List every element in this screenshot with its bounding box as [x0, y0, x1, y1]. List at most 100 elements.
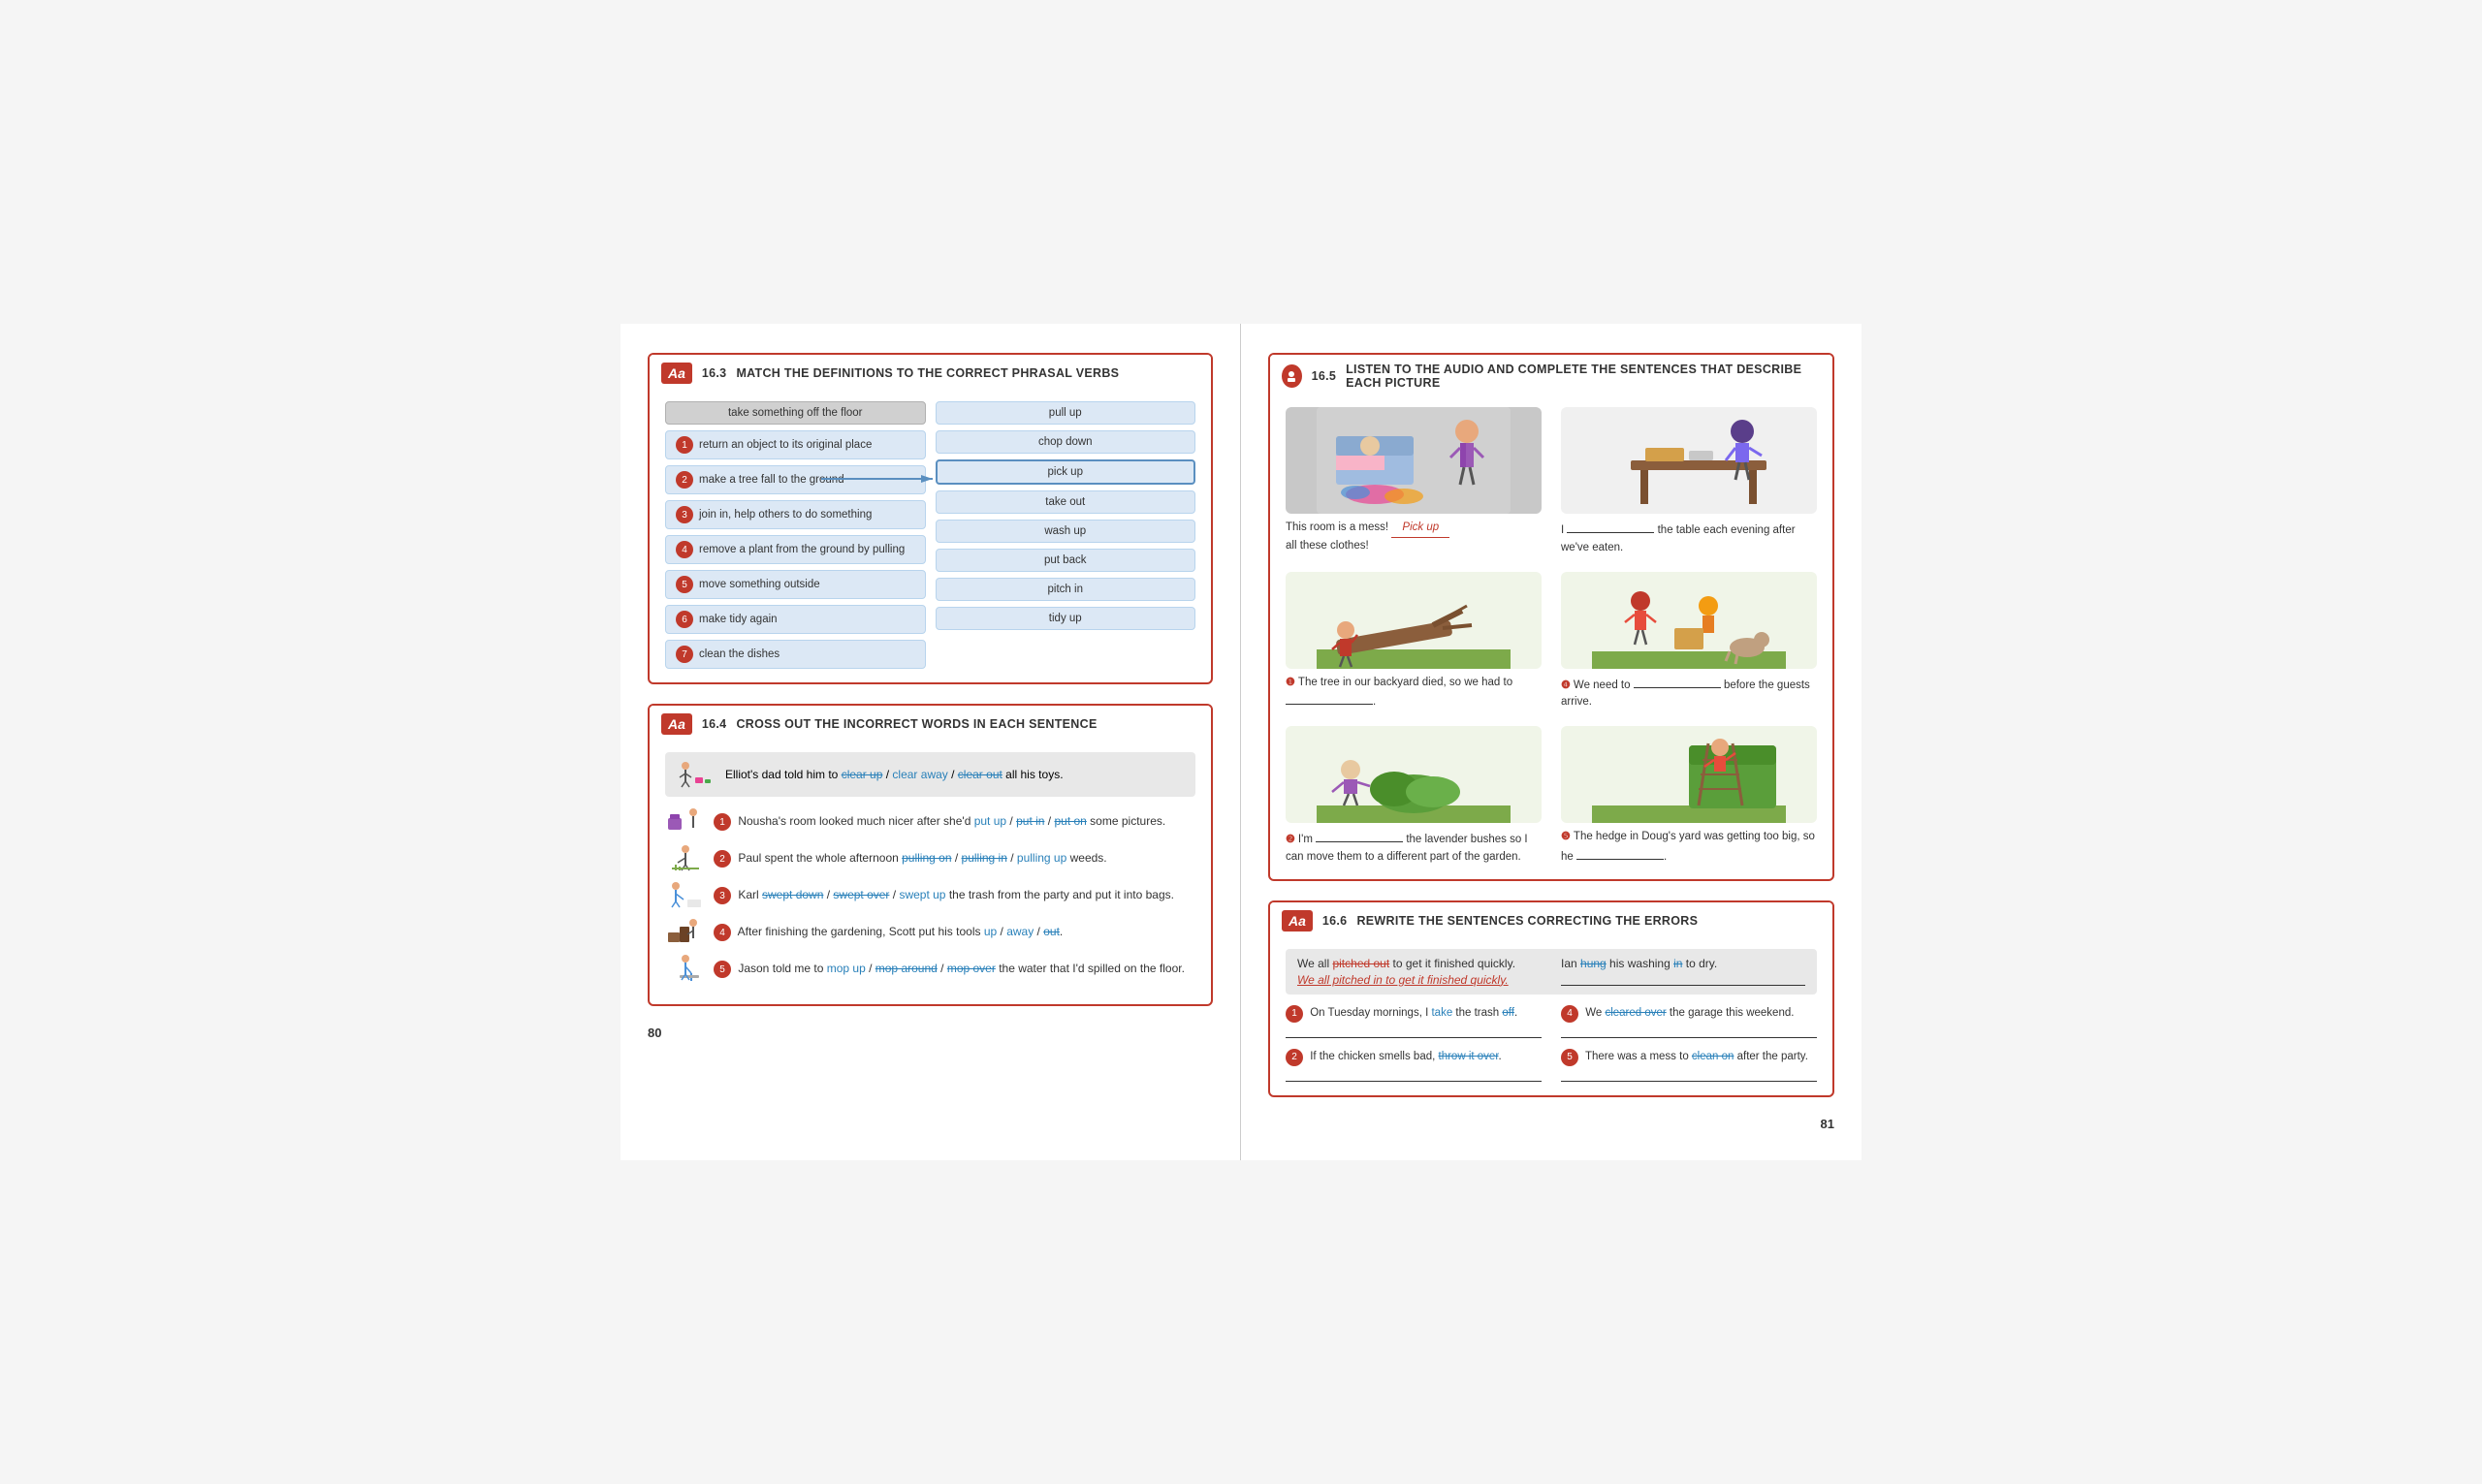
rewrite-1: 1 On Tuesday mornings, I take the trash … — [1286, 1004, 1542, 1038]
rewrite-1-text: 1 On Tuesday mornings, I take the trash … — [1286, 1004, 1542, 1023]
section-16-6: Aa 16.6 REWRITE THE SENTENCES CORRECTING… — [1268, 900, 1834, 1097]
rewrite-5-blank — [1561, 1068, 1817, 1082]
main-text: This room is a mess! Pick up all these c… — [1286, 520, 1542, 554]
section-16-3-title: 16.3 — [702, 366, 727, 380]
tidy-svg — [1592, 572, 1786, 669]
listen-right1: I the table each evening after we've eat… — [1561, 407, 1817, 556]
section-16-5-num: 16.5 — [1312, 369, 1337, 383]
match-top-left: take something off the floor — [665, 401, 926, 425]
match-top-right: pull up — [936, 401, 1196, 425]
page-right: 16.5 LISTEN TO THE AUDIO AND COMPLETE TH… — [1241, 324, 1862, 1160]
listen-num-5: ❺ — [1561, 831, 1574, 842]
listen-num-4: ❹ — [1561, 679, 1574, 691]
sent4-correct2: away — [1006, 925, 1034, 938]
match-ans-2: pick up — [936, 459, 1196, 485]
listen-1: ❶ The tree in our backyard died, so we h… — [1286, 572, 1542, 711]
match-def-6: 6 make tidy again — [665, 605, 926, 634]
main-image — [1286, 407, 1542, 514]
page-left: Aa 16.3 MATCH THE DEFINITIONS TO THE COR… — [620, 324, 1241, 1160]
example-icon — [677, 760, 716, 789]
num-4: 4 — [676, 541, 693, 558]
wrong-word-1: clear up — [842, 768, 883, 781]
section-16-3: Aa 16.3 MATCH THE DEFINITIONS TO THE COR… — [648, 353, 1213, 684]
section-16-5-content: This room is a mess! Pick up all these c… — [1270, 397, 1832, 879]
rewrite-1-off: off — [1502, 1007, 1514, 1019]
right2-blank — [1634, 675, 1721, 688]
listen-5: ❺ The hedge in Doug's yard was getting t… — [1561, 726, 1817, 866]
section-16-4: Aa 16.4 CROSS OUT THE INCORRECT WORDS IN… — [648, 704, 1213, 1006]
rewrite-num-1: 1 — [1286, 1005, 1303, 1023]
match-ans-6: pitch in — [936, 578, 1196, 601]
sent-num-4: 4 — [714, 924, 731, 941]
sent2-scene — [666, 843, 703, 872]
sent5-icon — [665, 954, 704, 983]
correct-word: clear away — [892, 768, 947, 781]
listen-2: ❷ I'm the lavender bushes so I can move … — [1286, 726, 1542, 866]
rewrite-num-5: 5 — [1561, 1049, 1578, 1066]
num-2: 2 — [676, 471, 693, 489]
rewrite-5-blue: clean on — [1692, 1051, 1734, 1062]
rewrite-grid: 1 On Tuesday mornings, I take the trash … — [1286, 1004, 1817, 1082]
match-top-answer: pull up — [936, 401, 1196, 425]
match-def-4: 4 remove a plant from the ground by pull… — [665, 535, 926, 564]
sent-num-2: 2 — [714, 850, 731, 868]
rewrite-correction-text: We all pitched in to get it finished qui… — [1297, 973, 1542, 987]
num-1: 1 — [676, 436, 693, 454]
rewrite-5: 5 There was a mess to clean on after the… — [1561, 1048, 1817, 1082]
section-16-3-header: Aa 16.3 MATCH THE DEFINITIONS TO THE COR… — [650, 355, 1211, 392]
item5-text: ❺ The hedge in Doug's yard was getting t… — [1561, 829, 1817, 866]
sent2-icon — [665, 843, 704, 872]
rewrite-example-row: We all pitched out to get it finished qu… — [1297, 957, 1805, 987]
section-16-4-header: Aa 16.4 CROSS OUT THE INCORRECT WORDS IN… — [650, 706, 1211, 742]
wrong-word-2: clear out — [958, 768, 1002, 781]
hung-word: hung — [1580, 957, 1607, 970]
num-7: 7 — [676, 646, 693, 663]
example-scene-icon — [678, 760, 715, 789]
num-6: 6 — [676, 611, 693, 628]
rewrite-2-blank — [1286, 1068, 1542, 1082]
num-3: 3 — [676, 506, 693, 523]
section-16-6-num: 16.6 — [1322, 914, 1348, 928]
item1-text: ❶ The tree in our backyard died, so we h… — [1286, 675, 1542, 711]
match-def-5: 5 move something outside — [665, 570, 926, 599]
sent4-icon — [665, 917, 704, 946]
sent4-text: 4 After finishing the gardening, Scott p… — [714, 923, 1063, 942]
item2-image — [1286, 726, 1542, 823]
section-16-4-content: Elliot's dad told him to clear up / clea… — [650, 742, 1211, 1004]
sent5-correct: mop up — [827, 962, 866, 975]
section-16-3-label: MATCH THE DEFINITIONS TO THE CORRECT PHR… — [736, 366, 1119, 380]
sentence-4: 4 After finishing the gardening, Scott p… — [665, 917, 1195, 946]
audio-icon — [1282, 364, 1302, 388]
hedge-svg — [1592, 726, 1786, 823]
item2-text: ❷ I'm the lavender bushes so I can move … — [1286, 829, 1542, 866]
match-top-definition: take something off the floor — [665, 401, 926, 425]
table-svg — [1592, 407, 1786, 514]
rewrite-example-left: We all pitched out to get it finished qu… — [1297, 957, 1542, 987]
sent2-wrong2: pulling in — [962, 851, 1007, 865]
match-rows-right: chop down pick up — [936, 430, 1196, 669]
speaker-svg — [1285, 369, 1298, 383]
match-def-7: 7 clean the dishes — [665, 640, 926, 669]
rewrite-1-blank — [1286, 1025, 1542, 1038]
wrong-pitched: pitched out — [1332, 957, 1389, 970]
sent1-text: 1 Nousha's room looked much nicer after … — [714, 812, 1165, 832]
section-16-4-title: 16.4 — [702, 717, 727, 731]
sent3-correct: swept up — [899, 888, 945, 901]
sent1-wrong1: put in — [1016, 814, 1044, 828]
item2-blank — [1316, 829, 1403, 842]
sentence-2: 2 Paul spent the whole afternoon pulling… — [665, 843, 1195, 872]
section-16-6-content: We all pitched out to get it finished qu… — [1270, 939, 1832, 1095]
rewrite-5-text: 5 There was a mess to clean on after the… — [1561, 1048, 1817, 1066]
section-16-6-title: REWRITE THE SENTENCES CORRECTING THE ERR… — [1356, 914, 1698, 928]
rewrite-2-blue: throw it over — [1439, 1051, 1499, 1062]
item5-blank — [1576, 846, 1664, 860]
sent-num-1: 1 — [714, 813, 731, 831]
rewrite-4-blank — [1561, 1025, 1817, 1038]
sent3-scene — [666, 880, 703, 909]
sent2-wrong1: pulling on — [902, 851, 951, 865]
sent5-wrong1: mop around — [875, 962, 938, 975]
sent5-text: 5 Jason told me to mop up / mop around /… — [714, 960, 1185, 979]
match-top-row: take something off the floor pull up — [665, 401, 1195, 425]
match-def-3: 3 join in, help others to do something — [665, 500, 926, 529]
listen-num-2: ❷ — [1286, 834, 1298, 845]
